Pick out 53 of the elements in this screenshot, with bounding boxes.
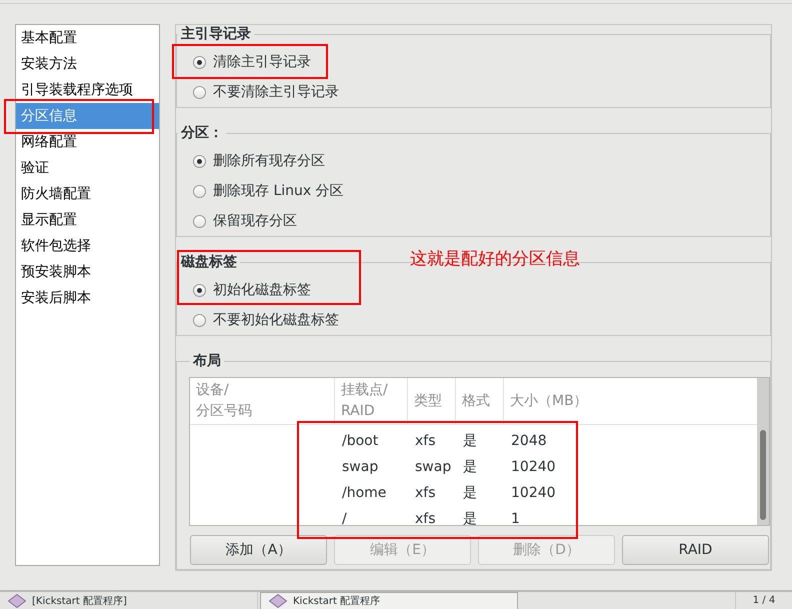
action-button[interactable]: 添加（A） (190, 535, 327, 565)
section-title: 磁盘标签 (180, 253, 238, 271)
workspace-pager[interactable]: 1 / 4 (735, 592, 792, 609)
table-cell-text: 是 (462, 484, 478, 503)
table-cell-text: swap (341, 458, 380, 477)
taskbar-button[interactable]: [Kickstart 配置程序] (0, 592, 258, 609)
action-button[interactable]: RAID (622, 535, 769, 565)
option-label[interactable]: 清除主引导记录 (213, 53, 311, 71)
annotation-text: 这就是配好的分区信息 (410, 249, 580, 269)
diamond-icon (8, 594, 26, 608)
option-label[interactable]: 保留现存分区 (213, 212, 297, 230)
table-cell-text: /boot (341, 432, 380, 451)
table-cell-text: xfs (414, 484, 437, 503)
option-label[interactable]: 初始化磁盘标签 (213, 281, 311, 299)
table-cell-text: / (341, 510, 348, 525)
radio-button[interactable] (193, 314, 206, 326)
table-cell-text: xfs (414, 510, 437, 525)
radio-button[interactable] (193, 184, 206, 198)
sidebar-item[interactable]: 验证 (16, 155, 159, 181)
sidebar-item[interactable]: 安装方法 (16, 51, 159, 77)
section-title: 分区： (180, 124, 224, 142)
diamond-icon (269, 594, 287, 608)
radio-button[interactable] (193, 214, 206, 228)
option-label[interactable]: 删除所有现存分区 (213, 152, 325, 170)
table-cell-text: 10240 (510, 458, 557, 477)
radio-button[interactable] (193, 154, 206, 168)
table-cell-text: swap (414, 458, 452, 477)
table-cell-text: /home (341, 484, 388, 503)
radio-button[interactable] (193, 284, 206, 296)
table-cell-text: xfs (414, 432, 437, 451)
option-label[interactable]: 删除现存 Linux 分区 (213, 182, 344, 200)
table-cell-text: 是 (462, 510, 478, 525)
sidebar-item[interactable]: 软件包选择 (16, 233, 159, 259)
sidebar-item[interactable]: 防火墙配置 (16, 181, 159, 207)
sidebar-item[interactable]: 基本配置 (16, 25, 159, 51)
table-cell-text: 10240 (510, 484, 557, 503)
option-label[interactable]: 不要清除主引导记录 (213, 83, 339, 101)
taskbar-button[interactable]: Kickstart 配置程序 (260, 592, 518, 609)
sidebar-item[interactable]: 引导装载程序选项 (16, 77, 159, 103)
radio-button[interactable] (193, 86, 206, 98)
sidebar-item[interactable]: 显示配置 (16, 207, 159, 233)
table-cell-text: 1 (510, 510, 521, 525)
sidebar-item[interactable]: 网络配置 (16, 129, 159, 155)
table-cell-text: 是 (462, 432, 478, 451)
sidebar-item[interactable]: 预安装脚本 (16, 259, 159, 285)
scrollbar-thumb[interactable] (760, 430, 766, 520)
table-cell-text: 是 (462, 458, 478, 477)
radio-button[interactable] (193, 56, 206, 68)
table-cell-text: 2048 (510, 432, 548, 451)
sidebar-item[interactable]: 安装后脚本 (16, 285, 159, 311)
section-title: 布局 (192, 352, 222, 370)
option-label[interactable]: 不要初始化磁盘标签 (213, 311, 339, 329)
section-title: 主引导记录 (180, 25, 252, 43)
